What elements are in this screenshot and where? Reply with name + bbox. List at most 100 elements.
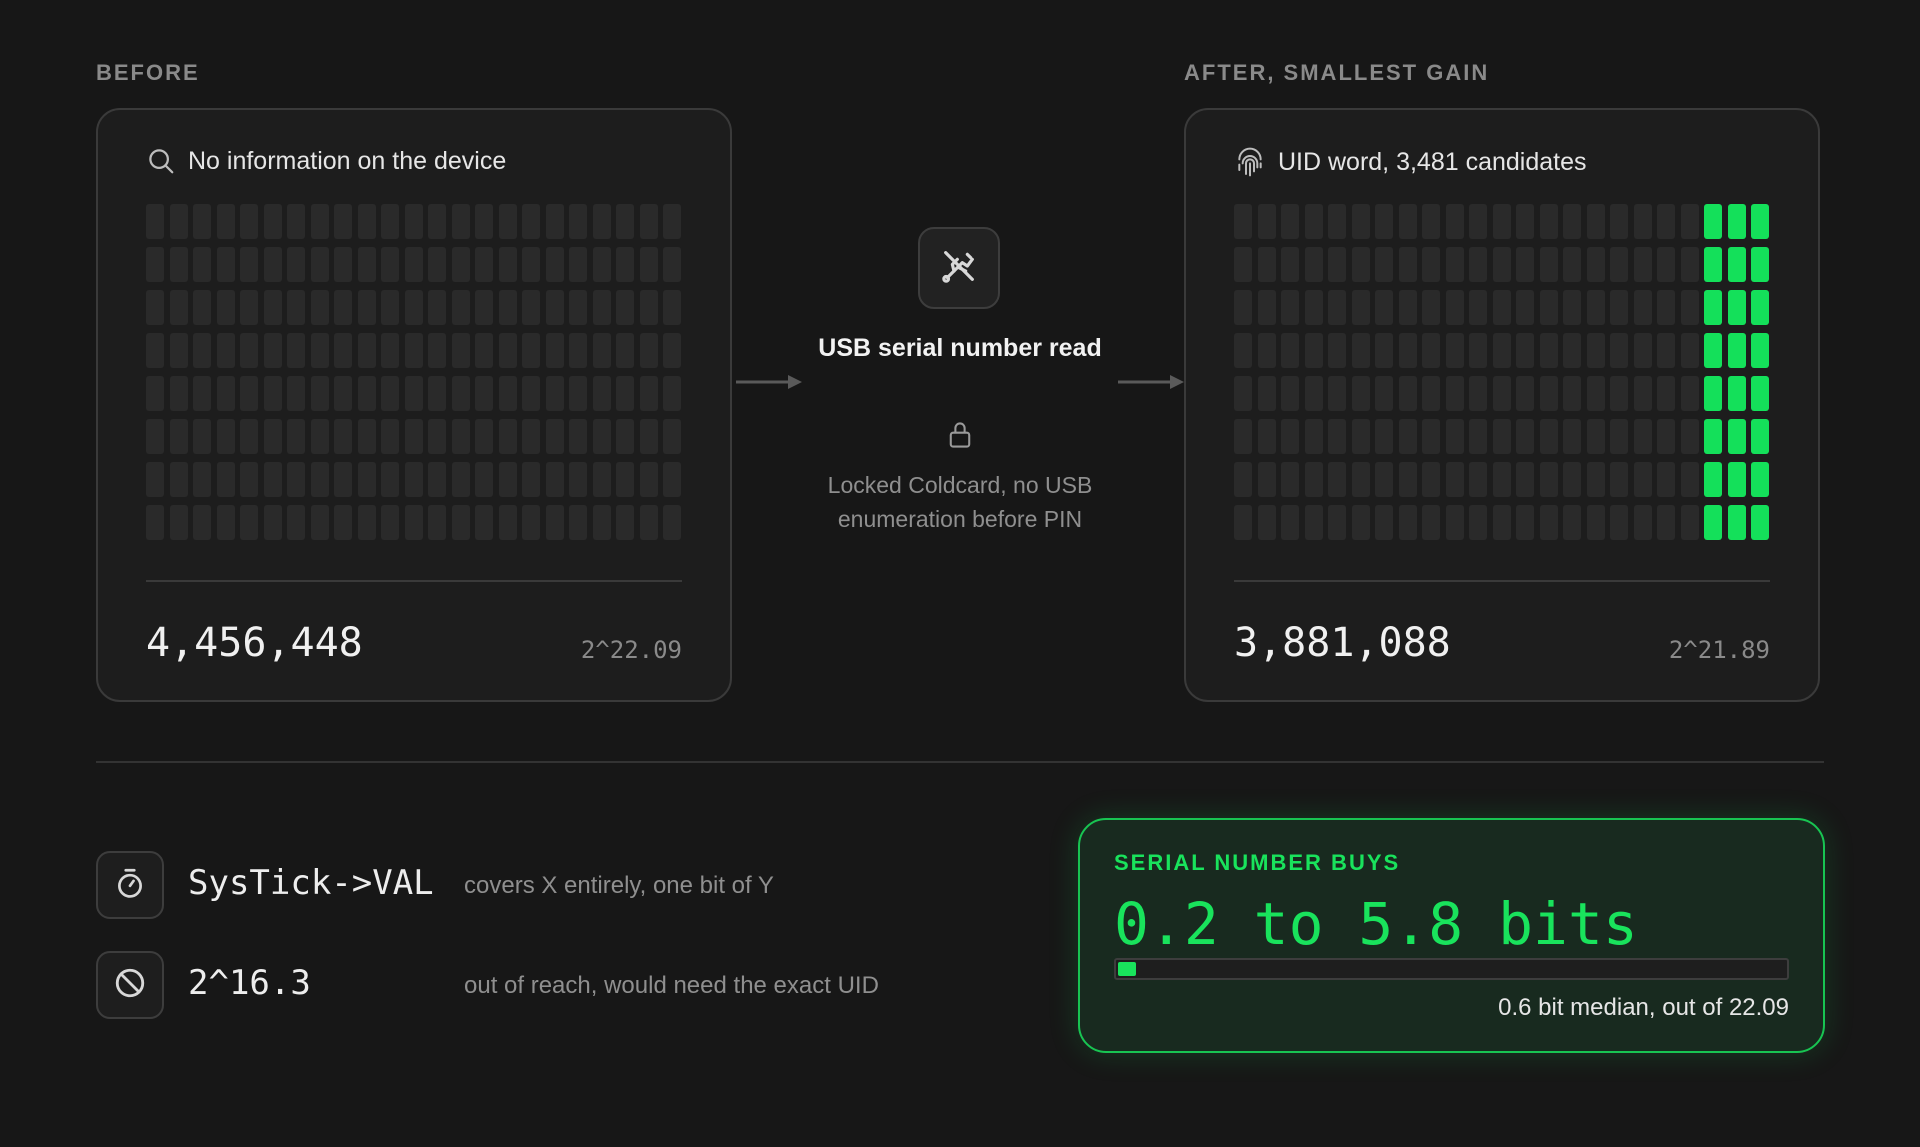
- grid-cell: [1304, 204, 1323, 239]
- grid-cell: [545, 462, 564, 497]
- grid-cell: [146, 333, 164, 368]
- grid-cell: [216, 290, 235, 325]
- grid-cell: [1234, 247, 1252, 282]
- grid-cell: [616, 290, 634, 325]
- grid-cell-highlighted: [1751, 376, 1769, 411]
- grid-cell: [1539, 204, 1558, 239]
- grid-cell: [428, 462, 446, 497]
- grid-cell: [1680, 419, 1699, 454]
- grid-cell: [357, 247, 376, 282]
- grid-cell-highlighted: [1751, 247, 1769, 282]
- grid-cell: [1398, 419, 1417, 454]
- grid-cell: [451, 505, 470, 540]
- grid-cell: [545, 376, 564, 411]
- grid-cell: [1422, 376, 1440, 411]
- grid-cell: [1375, 290, 1393, 325]
- grid-cell: [1469, 204, 1487, 239]
- grid-cell: [310, 376, 329, 411]
- grid-cell: [569, 247, 587, 282]
- grid-cell: [522, 505, 540, 540]
- grid-cell: [1563, 462, 1581, 497]
- grid-cell: [1492, 505, 1511, 540]
- grid-cell: [1398, 376, 1417, 411]
- grid-cell: [1539, 333, 1558, 368]
- grid-cell: [1351, 247, 1370, 282]
- grid-cell: [663, 462, 681, 497]
- before-card: No information on the device 4,456,448 2…: [96, 108, 732, 702]
- grid-cell: [569, 333, 587, 368]
- before-exponent: 2^22.09: [580, 636, 682, 664]
- grid-cell: [428, 247, 446, 282]
- grid-cell: [545, 290, 564, 325]
- grid-cell: [263, 204, 282, 239]
- grid-cell: [1633, 419, 1652, 454]
- grid-cell: [263, 505, 282, 540]
- grid-cell: [1563, 376, 1581, 411]
- usb-off-icon: [939, 246, 979, 291]
- grid-cell: [639, 462, 658, 497]
- grid-cell: [1351, 462, 1370, 497]
- grid-cell: [522, 333, 540, 368]
- grid-cell: [1563, 247, 1581, 282]
- grid-cell: [169, 462, 188, 497]
- grid-cell: [1516, 462, 1534, 497]
- grid-cell: [639, 376, 658, 411]
- grid-cell: [1304, 333, 1323, 368]
- grid-cell: [1610, 247, 1628, 282]
- grid-cell: [1563, 505, 1581, 540]
- grid-cell: [334, 376, 352, 411]
- grid-cell: [404, 419, 423, 454]
- grid-cell-highlighted: [1727, 462, 1746, 497]
- grid-cell: [616, 333, 634, 368]
- grid-cell-highlighted: [1727, 419, 1746, 454]
- grid-cell: [451, 247, 470, 282]
- grid-cell: [1680, 376, 1699, 411]
- grid-cell: [381, 290, 399, 325]
- grid-cell: [1469, 290, 1487, 325]
- grid-cell: [1375, 247, 1393, 282]
- grid-cell: [522, 376, 540, 411]
- grid-cell: [357, 419, 376, 454]
- grid-cell: [193, 505, 211, 540]
- grid-cell-highlighted: [1727, 505, 1746, 540]
- grid-cell: [169, 247, 188, 282]
- grid-cell: [1281, 247, 1299, 282]
- grid-cell: [1375, 376, 1393, 411]
- grid-cell-highlighted: [1727, 290, 1746, 325]
- grid-cell: [1445, 333, 1464, 368]
- transition-note-line-1: Locked Coldcard, no USB: [827, 472, 1093, 498]
- grid-cell: [240, 247, 258, 282]
- grid-cell: [1680, 204, 1699, 239]
- grid-cell: [1492, 462, 1511, 497]
- fingerprint-icon: [1234, 146, 1266, 178]
- grid-cell: [1304, 419, 1323, 454]
- grid-cell: [146, 247, 164, 282]
- grid-cell: [1657, 376, 1675, 411]
- grid-cell: [1398, 462, 1417, 497]
- grid-cell: [616, 204, 634, 239]
- before-count: 4,456,448: [146, 620, 363, 666]
- buys-note: 0.6 bit median, out of 22.09: [1498, 994, 1789, 1021]
- grid-cell: [240, 462, 258, 497]
- fact-term: 2^16.3: [188, 963, 311, 1003]
- grid-cell: [169, 290, 188, 325]
- grid-cell-highlighted: [1704, 333, 1722, 368]
- grid-cell: [310, 419, 329, 454]
- grid-cell: [1422, 290, 1440, 325]
- grid-cell: [146, 376, 164, 411]
- grid-cell: [334, 419, 352, 454]
- grid-cell: [1281, 204, 1299, 239]
- grid-cell: [1680, 462, 1699, 497]
- grid-cell: [1328, 376, 1346, 411]
- usb-off-icon-box: [918, 227, 1000, 309]
- grid-cell: [522, 462, 540, 497]
- grid-cell: [1445, 247, 1464, 282]
- grid-cell: [357, 462, 376, 497]
- grid-cell: [1539, 247, 1558, 282]
- grid-cell: [663, 204, 681, 239]
- grid-cell: [381, 419, 399, 454]
- grid-cell: [1422, 462, 1440, 497]
- grid-cell: [1563, 333, 1581, 368]
- grid-cell: [334, 505, 352, 540]
- grid-cell: [287, 419, 305, 454]
